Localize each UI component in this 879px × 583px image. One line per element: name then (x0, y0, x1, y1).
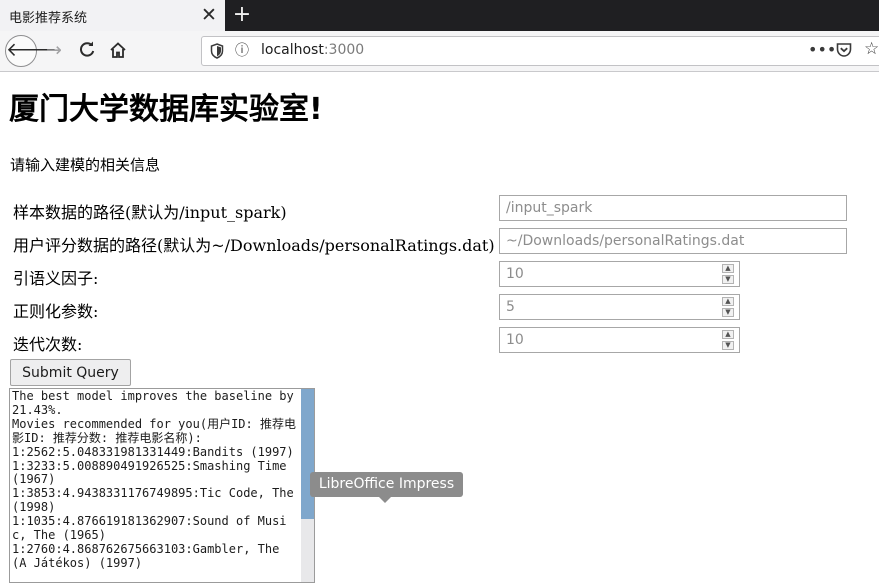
iterations-input[interactable]: 10 ▲ ▼ (499, 327, 740, 353)
tab-title: 电影推荐系统 (9, 11, 88, 26)
sample-path-input[interactable] (499, 195, 847, 221)
home-icon[interactable] (103, 35, 133, 65)
factor-spinner[interactable]: ▲ ▼ (722, 264, 734, 284)
spin-up-icon[interactable]: ▲ (722, 330, 734, 339)
reload-icon[interactable] (72, 35, 102, 65)
page-content: 厦门大学数据库实验室! 请输入建模的相关信息 样本数据的路径(默认为/input… (0, 72, 879, 583)
back-arrow-icon[interactable]: 🡐 (5, 35, 57, 67)
iterations-value: 10 (506, 332, 524, 348)
result-text: The best model improves the baseline by … (12, 389, 296, 570)
ratings-path-label: 用户评分数据的路径(默认为~/Downloads/personalRatings… (13, 236, 495, 255)
iterations-label: 迭代次数: (13, 335, 83, 354)
spin-up-icon[interactable]: ▲ (722, 297, 734, 306)
new-tab-icon[interactable]: + (231, 3, 253, 27)
scrollbar-thumb[interactable] (301, 389, 314, 519)
ratings-path-input[interactable] (499, 228, 847, 254)
spin-down-icon[interactable]: ▼ (722, 341, 734, 350)
close-tab-icon[interactable]: ✕ (200, 5, 218, 25)
regularization-label: 正则化参数: (13, 302, 99, 321)
pocket-icon[interactable] (835, 39, 857, 61)
url-host: localhost (261, 42, 324, 58)
spin-down-icon[interactable]: ▼ (722, 308, 734, 317)
factor-label: 引语义因子: (13, 269, 99, 288)
factor-input[interactable]: 10 ▲ ▼ (499, 261, 740, 287)
tab-bar: 电影推荐系统 ✕ + (0, 0, 879, 31)
active-tab[interactable]: 电影推荐系统 ✕ (0, 0, 225, 31)
sample-path-label: 样本数据的路径(默认为/input_spark) (13, 203, 287, 222)
result-textarea[interactable]: The best model improves the baseline by … (9, 388, 315, 583)
spin-down-icon[interactable]: ▼ (722, 275, 734, 284)
forward-arrow-icon[interactable]: → (39, 35, 69, 65)
url-bar[interactable]: ⓘ localhost:3000 ••• ☆ (201, 36, 879, 66)
tooltip: LibreOffice Impress (310, 472, 463, 497)
tooltip-arrow (379, 497, 391, 503)
regularization-input[interactable]: 5 ▲ ▼ (499, 294, 740, 320)
shield-icon[interactable] (208, 41, 226, 61)
regularization-spinner[interactable]: ▲ ▼ (722, 297, 734, 317)
bookmark-star-icon[interactable]: ☆ (864, 38, 879, 60)
url-text[interactable]: localhost:3000 (261, 42, 364, 58)
intro-text: 请输入建模的相关信息 (10, 156, 161, 174)
regularization-value: 5 (506, 299, 515, 315)
url-port: :3000 (323, 42, 365, 58)
spin-up-icon[interactable]: ▲ (722, 264, 734, 273)
navigation-bar: 🡐 → ⓘ localhost:3000 ••• ☆ (0, 31, 879, 72)
submit-query-button[interactable]: Submit Query (10, 359, 131, 386)
page-title: 厦门大学数据库实验室! (9, 92, 323, 127)
iterations-spinner[interactable]: ▲ ▼ (722, 330, 734, 350)
more-actions-icon[interactable]: ••• (808, 39, 836, 61)
factor-value: 10 (506, 266, 524, 282)
info-icon[interactable]: ⓘ (232, 41, 252, 61)
